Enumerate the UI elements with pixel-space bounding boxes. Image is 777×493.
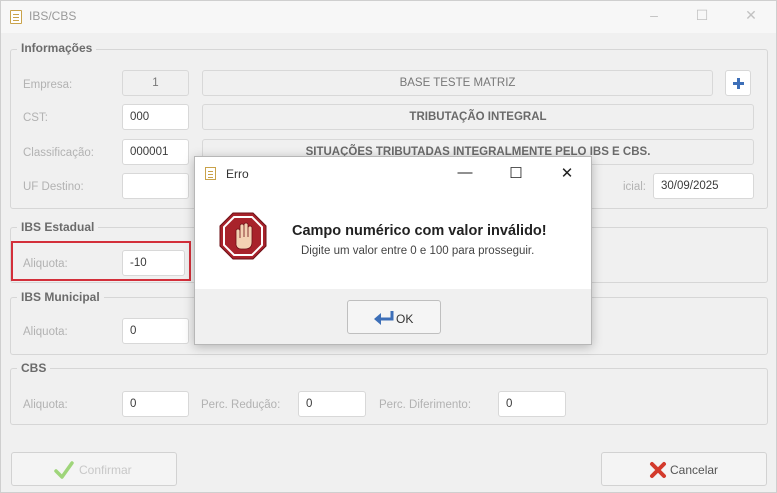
cst-input[interactable]: 000 <box>122 104 189 130</box>
informacoes-legend: Informações <box>17 41 97 55</box>
maximize-button[interactable]: ☐ <box>687 7 717 24</box>
classificacao-input[interactable]: 000001 <box>122 139 189 165</box>
uf-destino-input[interactable] <box>122 173 189 199</box>
ibs-municipal-aliquota-input[interactable]: 0 <box>122 318 189 344</box>
cbs-reducao-input[interactable]: 0 <box>298 391 366 417</box>
add-icon[interactable] <box>725 70 751 96</box>
cbs-legend: CBS <box>17 361 51 375</box>
dialog-close-button[interactable]: ✕ <box>552 164 582 182</box>
error-dialog: Erro — ☐ ✕ Campo numérico com valor invá… <box>194 156 592 345</box>
cbs-aliquota-label: Aliquota: <box>23 399 68 411</box>
error-message-body: Digite um valor entre 0 e 100 para pross… <box>301 245 535 257</box>
close-button[interactable]: ✕ <box>736 7 766 24</box>
cst-description: TRIBUTAÇÃO INTEGRAL <box>202 104 754 130</box>
data-inicial-label: icial: <box>623 181 647 193</box>
dialog-titlebar: Erro — ☐ ✕ <box>195 157 591 190</box>
ibs-municipal-aliquota-label: Aliquota: <box>23 326 68 338</box>
data-inicial-input[interactable]: 30/09/2025 <box>653 173 754 199</box>
close-x-icon <box>650 462 666 478</box>
confirm-button[interactable]: Confirmar <box>11 452 177 486</box>
dialog-body: Campo numérico com valor inválido! Digit… <box>195 190 591 289</box>
error-message-title: Campo numérico com valor inválido! <box>292 223 547 239</box>
document-icon <box>205 167 216 180</box>
cancel-label: Cancelar <box>670 463 719 477</box>
dialog-title: Erro <box>226 167 249 181</box>
window-titlebar: IBS/CBS – ☐ ✕ <box>1 1 776 33</box>
window-title: IBS/CBS <box>29 9 77 23</box>
confirm-label: Confirmar <box>79 463 132 477</box>
cbs-reducao-label: Perc. Redução: <box>201 399 281 411</box>
cbs-diferimento-label: Perc. Diferimento: <box>379 399 472 411</box>
check-icon <box>54 461 74 479</box>
empresa-code-field[interactable]: 1 <box>122 70 189 96</box>
ok-button[interactable]: OK <box>347 300 441 334</box>
dialog-maximize-button[interactable]: ☐ <box>501 164 531 182</box>
document-icon <box>10 10 22 24</box>
ibs-municipal-legend: IBS Municipal <box>17 290 104 304</box>
cancel-button[interactable]: Cancelar <box>601 452 767 486</box>
dialog-minimize-button[interactable]: — <box>450 164 480 181</box>
cbs-aliquota-input[interactable]: 0 <box>122 391 189 417</box>
cbs-diferimento-input[interactable]: 0 <box>498 391 566 417</box>
classificacao-label: Classificação: <box>23 147 94 159</box>
ok-label: OK <box>396 312 414 326</box>
ibs-estadual-aliquota-label: Aliquota: <box>23 258 68 270</box>
empresa-label: Empresa: <box>23 79 73 91</box>
enter-arrow-icon <box>374 311 394 325</box>
stop-hand-icon <box>219 212 267 260</box>
minimize-button[interactable]: – <box>639 7 669 23</box>
cst-label: CST: <box>23 112 48 124</box>
uf-destino-label: UF Destino: <box>23 181 84 193</box>
ibs-estadual-aliquota-input[interactable]: -10 <box>122 250 185 276</box>
empresa-name-field: BASE TESTE MATRIZ <box>202 70 713 96</box>
ibs-estadual-legend: IBS Estadual <box>17 220 99 234</box>
